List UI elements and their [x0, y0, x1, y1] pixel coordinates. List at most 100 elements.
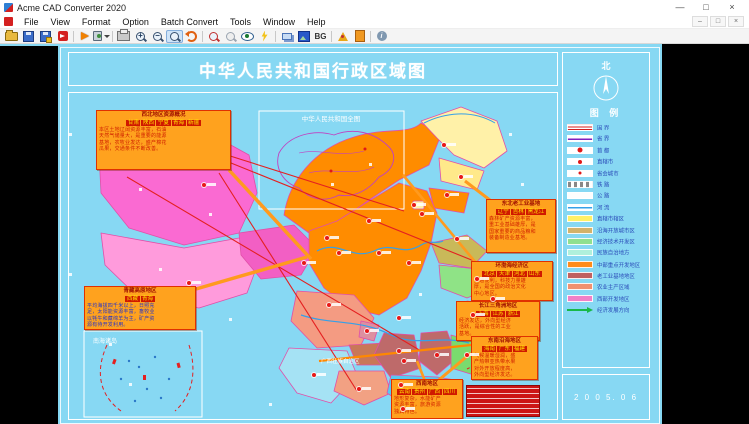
doc-restore-button[interactable]: □	[710, 16, 726, 27]
toolbar-separator	[202, 30, 203, 42]
callout-chips: 云南 贵州 广西 四川	[394, 388, 460, 396]
zoom-window-button[interactable]	[166, 29, 183, 43]
callout-text-line: 外向型经济发达。	[474, 371, 516, 378]
paper-button[interactable]	[351, 30, 368, 43]
toolbar-separator	[370, 30, 371, 42]
city-marker	[471, 313, 485, 317]
legend-symbol-sw	[567, 237, 593, 245]
legend-item: 经济发展方向	[567, 305, 645, 314]
drawing-canvas[interactable]: 中华人民共和国行政区域图 中华人民共和国全图 南海诸岛 广西壮族自治区 西北地区…	[0, 44, 749, 424]
about-button[interactable]	[373, 30, 390, 43]
callout-chips: 辽宁 吉林 黑龙江	[489, 208, 553, 216]
convert-arrow-icon	[80, 32, 89, 40]
callout-chip: 广东	[497, 345, 512, 353]
pan-rotate-button[interactable]	[183, 30, 200, 43]
menu-file[interactable]: File	[18, 15, 45, 29]
legend-symbol-sw	[567, 260, 593, 268]
save-as-icon	[40, 30, 52, 43]
city-marker	[365, 329, 379, 333]
zoom-previous-icon	[226, 31, 235, 41]
map-date: 2 0 0 5. 0 6	[573, 392, 639, 402]
legend-item: 铁 路	[567, 180, 645, 189]
legend-label: 民族自治地方	[597, 251, 630, 257]
legend-label: 经济技术开发区	[597, 240, 635, 246]
print-button[interactable]	[115, 29, 132, 43]
layout-button[interactable]	[334, 30, 351, 43]
map-area: 中华人民共和国全图 南海诸岛 广西壮族自治区 西北地区资源概况 甘肃 陕西 宁夏…	[68, 92, 558, 420]
city-marker	[475, 277, 489, 281]
zoom-previous-button[interactable]	[222, 30, 239, 43]
zoom-out-icon	[153, 31, 162, 41]
save-as-button[interactable]	[37, 30, 54, 43]
callout-title: 青藏高原地区	[123, 288, 157, 294]
legend-item: 直辖市	[567, 157, 645, 166]
menu-option[interactable]: Option	[116, 15, 155, 29]
legend-label: 河 流	[597, 205, 610, 212]
doc-close-button[interactable]: ×	[728, 16, 744, 27]
city-marker	[357, 387, 371, 391]
callout-title: 东北老工业基地	[501, 201, 541, 207]
convert-button[interactable]	[76, 30, 93, 43]
view-button[interactable]	[239, 30, 256, 43]
callout-text-line: 中心地区。	[474, 290, 501, 297]
zoom-window-icon	[170, 31, 179, 41]
bg-toggle-button[interactable]: BG	[312, 30, 329, 43]
legend-item: 农业主产区域	[567, 282, 645, 291]
save-button[interactable]	[20, 30, 37, 43]
callout-chip: 江苏	[490, 310, 505, 318]
menu-help[interactable]: Help	[301, 15, 332, 29]
menu-items: File View Format Option Batch Convert Tools Wi…	[18, 15, 692, 29]
callout-title: 西北地区资源概况	[141, 112, 186, 118]
find-zoom-button[interactable]	[205, 30, 222, 43]
layers-button[interactable]	[278, 30, 295, 43]
menu-view[interactable]: View	[45, 15, 76, 29]
city-marker	[465, 353, 479, 357]
minimize-button[interactable]: —	[667, 0, 693, 15]
menu-tools[interactable]: Tools	[224, 15, 257, 29]
open-button[interactable]	[3, 29, 20, 43]
city-marker	[187, 281, 201, 285]
legend-label: 沿海开放城市区	[597, 228, 635, 235]
callout-chip: 甘肃	[126, 119, 141, 127]
city-marker	[377, 251, 391, 255]
north-label: 北	[601, 61, 611, 71]
explode-button[interactable]	[256, 30, 273, 43]
map-sheet: 中华人民共和国行政区域图 中华人民共和国全图 南海诸岛 广西壮族自治区 西北地区…	[58, 46, 662, 424]
legend-item: 沿海开放城市区	[567, 226, 645, 235]
close-button[interactable]: ×	[719, 0, 745, 15]
zoom-out-button[interactable]	[149, 30, 166, 43]
legend-symbol-arrow	[567, 306, 593, 313]
menubar: File View Format Option Batch Convert Tools Wi…	[0, 15, 749, 29]
doc-minimize-button[interactable]: –	[692, 16, 708, 27]
legend-item: 首 都	[567, 146, 645, 155]
callout-text-line: 瓜果，交通条件不断改善。	[99, 145, 162, 152]
callout-chip: 辽宁	[496, 208, 511, 216]
menu-format[interactable]: Format	[76, 15, 117, 29]
callout-chip: 广西	[427, 388, 442, 396]
city-marker	[455, 237, 469, 241]
save-icon	[23, 30, 34, 42]
callout-chip: 贵州	[412, 388, 427, 396]
legend-symbol-cap	[567, 146, 593, 154]
toolbar: BG	[0, 29, 749, 44]
menu-batch-convert[interactable]: Batch Convert	[155, 15, 224, 29]
maximize-button[interactable]: □	[693, 0, 719, 15]
print-icon	[117, 29, 130, 41]
callout-chip: 青海	[171, 119, 186, 127]
zoom-in-button[interactable]	[132, 30, 149, 43]
paper-icon	[354, 30, 365, 42]
callout-qinghai-tibet: 青藏高原地区 西藏 青海 平均海拔四千米以上，日照充 足，太阳能资源丰富，畜牧业 以牦牛和…	[84, 286, 196, 331]
legend-item: 中部重点开发地区	[567, 260, 645, 269]
background-image-button[interactable]	[295, 30, 312, 43]
export-button[interactable]	[54, 30, 71, 43]
export-icon	[57, 31, 68, 41]
menu-window[interactable]: Window	[257, 15, 301, 29]
image-preview-button[interactable]	[93, 30, 110, 43]
toolbar-separator	[73, 30, 74, 42]
compass-icon	[593, 75, 619, 101]
callout-chip: 海南	[482, 345, 497, 353]
zoom-in-icon	[136, 31, 145, 41]
callout-chip: 山东	[527, 270, 542, 278]
city-marker	[420, 212, 434, 216]
legend-label: 公 路	[597, 194, 610, 200]
